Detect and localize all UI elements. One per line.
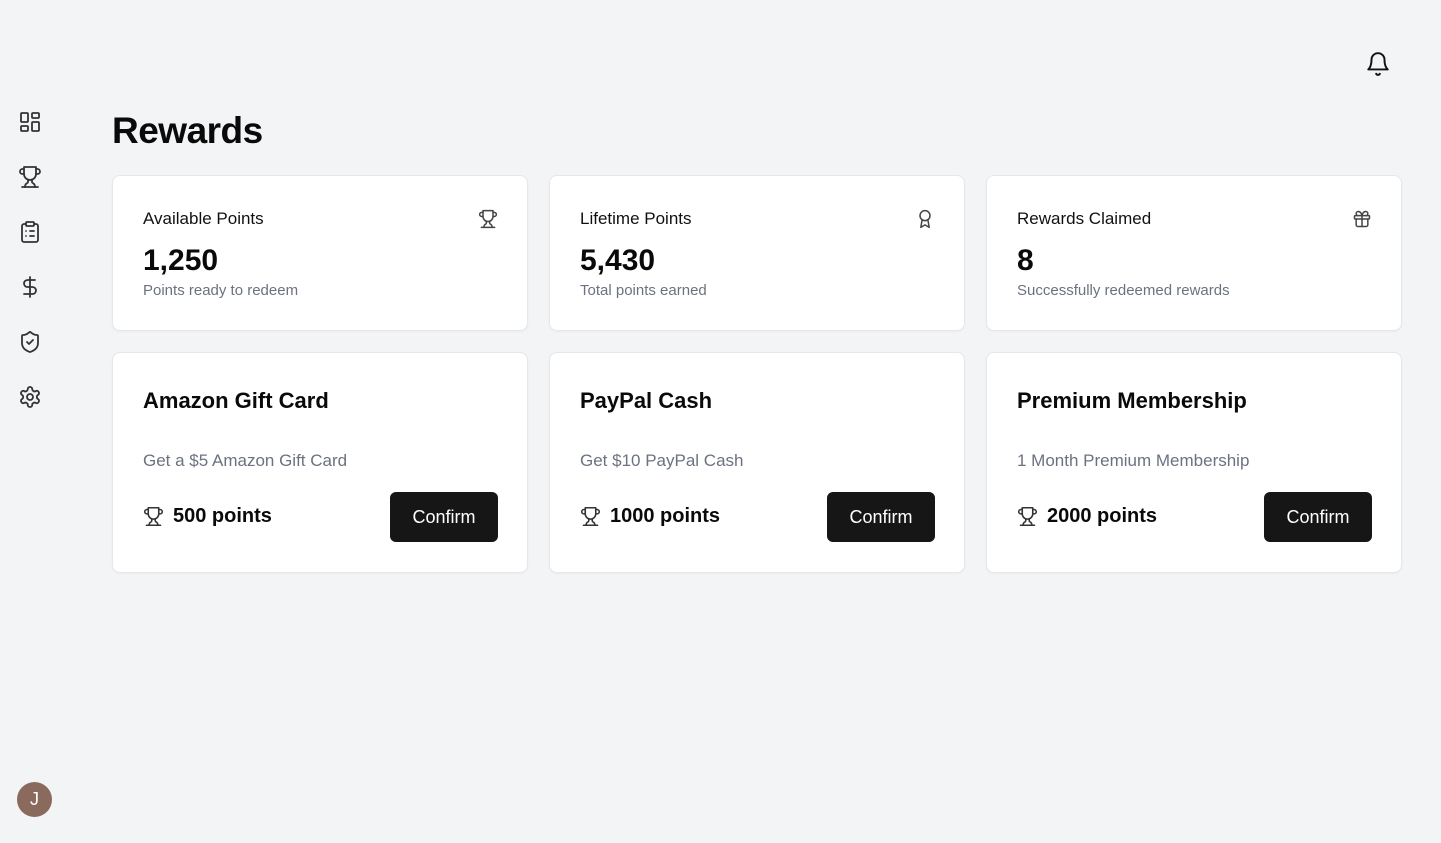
clipboard-list-icon bbox=[21, 221, 39, 243]
stat-value: 1,250 bbox=[143, 244, 219, 277]
trophy-icon bbox=[478, 209, 498, 229]
trophy-icon bbox=[19, 166, 41, 188]
reward-cost: 1000 points bbox=[580, 505, 720, 528]
dollar-icon bbox=[23, 276, 37, 298]
reward-description: 1 Month Premium Membership bbox=[1017, 451, 1250, 470]
reward-cost-label: 2000 points bbox=[1047, 505, 1158, 527]
gift-icon bbox=[1352, 209, 1372, 229]
reward-title: Premium Membership bbox=[1017, 388, 1247, 413]
sidebar: J bbox=[0, 0, 60, 843]
confirm-button[interactable]: Confirm bbox=[1264, 492, 1372, 542]
award-icon bbox=[915, 209, 935, 229]
page-title: Rewards bbox=[112, 110, 263, 151]
reward-description: Get a $5 Amazon Gift Card bbox=[143, 451, 348, 470]
sidebar-item-tasks[interactable] bbox=[15, 217, 45, 247]
stat-label: Lifetime Points bbox=[580, 209, 692, 228]
stat-subtext: Successfully redeemed rewards bbox=[1017, 282, 1230, 299]
sidebar-item-dashboard[interactable] bbox=[15, 107, 45, 137]
avatar[interactable]: J bbox=[17, 782, 52, 817]
stat-value: 5,430 bbox=[580, 244, 656, 277]
reward-cost-label: 1000 points bbox=[610, 505, 721, 527]
dashboard-grid-icon bbox=[20, 112, 40, 132]
bell-icon bbox=[1367, 52, 1389, 76]
stat-label: Available Points bbox=[143, 209, 264, 228]
reward-cost-label: 500 points bbox=[173, 505, 272, 527]
reward-title: Amazon Gift Card bbox=[143, 388, 329, 413]
gear-icon bbox=[20, 386, 40, 408]
stat-card-rewards-claimed: Rewards Claimed 8 Successfully redeemed … bbox=[986, 175, 1402, 331]
stat-value: 8 bbox=[1017, 244, 1034, 277]
stat-subtext: Points ready to redeem bbox=[143, 282, 299, 299]
stat-label: Rewards Claimed bbox=[1017, 209, 1152, 228]
reward-card-premium: Premium Membership 1 Month Premium Membe… bbox=[986, 352, 1402, 573]
avatar-initial: J bbox=[30, 789, 39, 809]
trophy-icon bbox=[580, 506, 601, 527]
sidebar-item-earnings[interactable] bbox=[15, 272, 45, 302]
reward-description: Get $10 PayPal Cash bbox=[580, 451, 744, 470]
confirm-button[interactable]: Confirm bbox=[827, 492, 935, 542]
confirm-button[interactable]: Confirm bbox=[390, 492, 498, 542]
reward-cost: 500 points bbox=[143, 505, 272, 528]
trophy-icon bbox=[1017, 506, 1038, 527]
sidebar-item-security[interactable] bbox=[15, 327, 45, 357]
stat-card-available-points: Available Points 1,250 Points ready to r… bbox=[112, 175, 528, 331]
reward-title: PayPal Cash bbox=[580, 388, 713, 413]
shield-check-icon bbox=[21, 331, 39, 353]
notification-button[interactable] bbox=[1364, 50, 1392, 78]
sidebar-item-settings[interactable] bbox=[15, 382, 45, 412]
sidebar-item-rewards[interactable] bbox=[15, 162, 45, 192]
trophy-icon bbox=[143, 506, 164, 527]
reward-cost: 2000 points bbox=[1017, 505, 1157, 528]
stat-card-lifetime-points: Lifetime Points 5,430 Total points earne… bbox=[549, 175, 965, 331]
reward-card-paypal: PayPal Cash Get $10 PayPal Cash 1000 poi… bbox=[549, 352, 965, 573]
reward-card-amazon: Amazon Gift Card Get a $5 Amazon Gift Ca… bbox=[112, 352, 528, 573]
stat-subtext: Total points earned bbox=[580, 282, 707, 299]
